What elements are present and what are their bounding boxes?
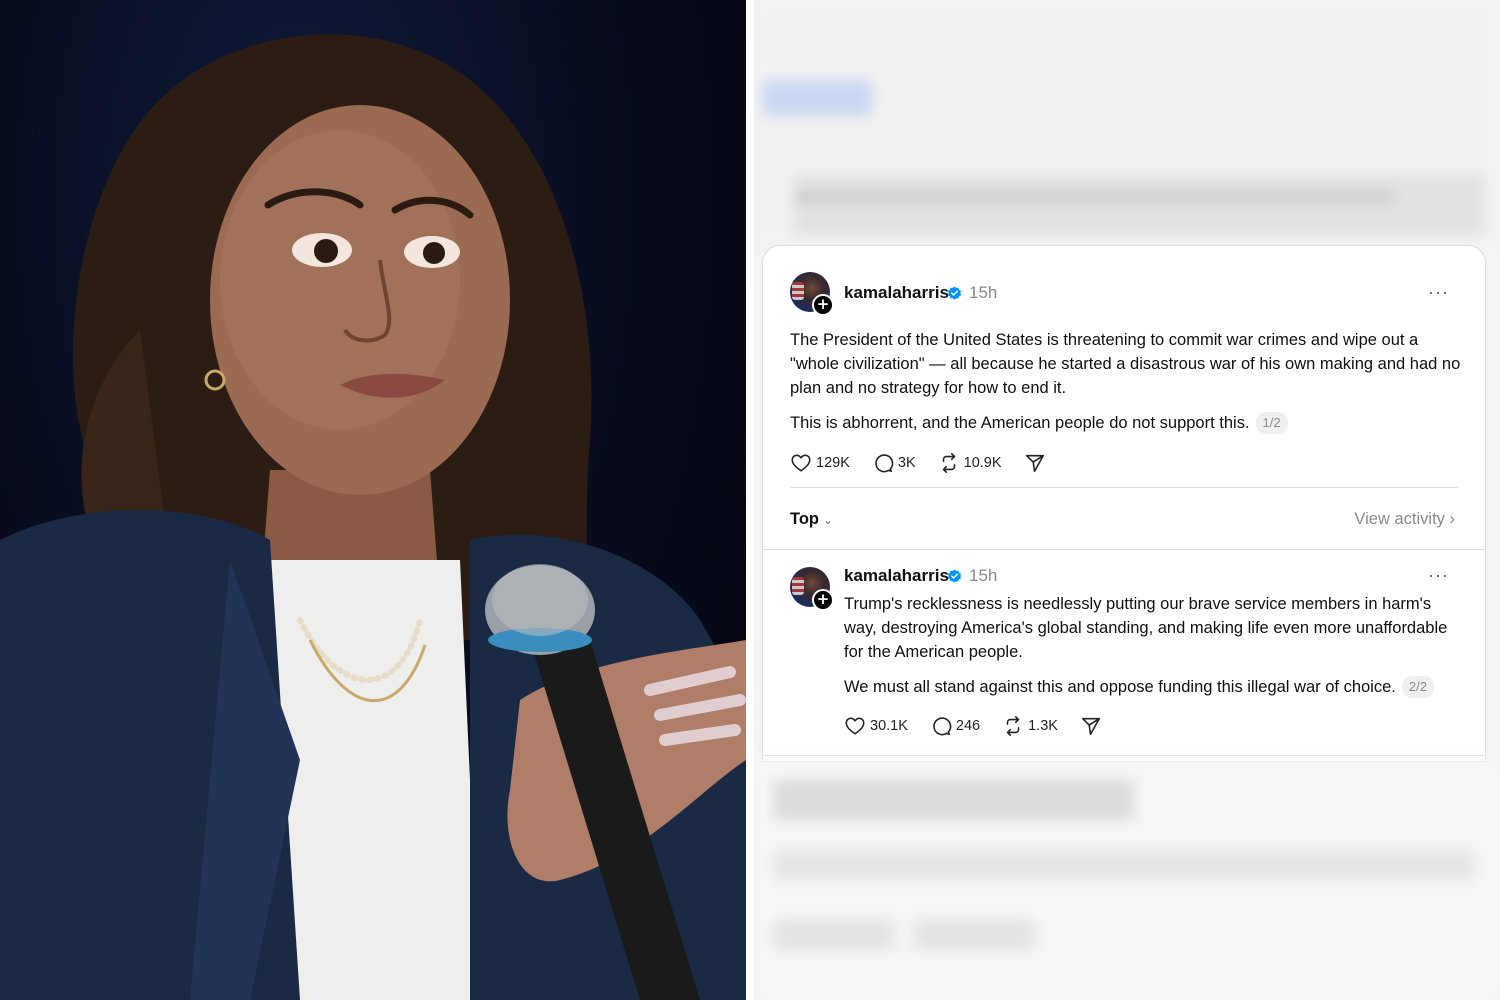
flag-icon xyxy=(792,577,804,595)
repost-count: 1.3K xyxy=(1028,718,1058,734)
more-options-icon[interactable]: ··· xyxy=(1428,565,1449,586)
post-time: 15h xyxy=(969,566,998,585)
thread-page-indicator: 2/2 xyxy=(1401,676,1434,698)
share-button[interactable] xyxy=(1080,715,1106,737)
follow-plus-icon[interactable]: + xyxy=(812,589,834,611)
post-paragraph-2: We must all stand against this and oppos… xyxy=(844,675,1464,699)
blurred-header-area xyxy=(754,0,1500,245)
comment-icon xyxy=(933,717,952,736)
heart-icon xyxy=(845,717,865,735)
view-activity-link[interactable]: View activity › xyxy=(1354,510,1455,529)
more-options-icon[interactable]: ··· xyxy=(1428,282,1449,303)
like-count: 30.1K xyxy=(870,718,908,734)
chevron-down-icon: ⌄ xyxy=(823,513,834,527)
reply-button[interactable]: 3K xyxy=(872,452,916,474)
avatar[interactable]: + xyxy=(790,272,834,316)
divider-line xyxy=(763,549,1485,550)
speaker-photo xyxy=(0,0,746,1000)
username[interactable]: kamalaharris xyxy=(844,566,949,586)
heart-icon xyxy=(791,454,811,472)
repost-button[interactable]: 1.3K xyxy=(1002,715,1058,737)
like-button[interactable]: 129K xyxy=(790,452,850,474)
blurred-footer-area xyxy=(754,760,1500,1000)
reply-count: 3K xyxy=(897,455,916,471)
post-paragraph-2-text: This is abhorrent, and the American peop… xyxy=(790,414,1250,432)
view-activity-label: View activity xyxy=(1354,510,1445,528)
divider-line xyxy=(790,487,1459,488)
post-paragraph-1: Trump's recklessness is needlessly putti… xyxy=(844,595,1448,661)
follow-plus-icon[interactable]: + xyxy=(812,294,834,316)
verified-badge-icon xyxy=(947,569,962,583)
username[interactable]: kamalaharris xyxy=(844,283,949,303)
reply-button[interactable]: 246 xyxy=(930,715,980,737)
repost-icon xyxy=(1006,716,1020,736)
post-actions: 129K 3K 10.9K xyxy=(790,452,1072,474)
like-count: 129K xyxy=(816,455,850,471)
thread-page-indicator: 1/2 xyxy=(1255,412,1288,434)
sort-label: Top xyxy=(790,510,820,528)
post-time: 15h xyxy=(969,283,998,302)
like-button[interactable]: 30.1K xyxy=(844,715,908,737)
verified-badge-icon xyxy=(947,286,962,300)
chevron-right-icon: › xyxy=(1449,510,1456,528)
share-icon xyxy=(1025,454,1044,473)
speaker-illustration xyxy=(0,34,746,1000)
flag-icon xyxy=(792,282,804,300)
repost-count: 10.9K xyxy=(963,455,1002,471)
post-actions: 30.1K 246 1.3K xyxy=(844,715,1128,737)
comment-icon xyxy=(875,454,894,473)
sort-dropdown[interactable]: Top ⌄ xyxy=(790,510,833,529)
post-paragraph-2: This is abhorrent, and the American peop… xyxy=(790,411,1465,435)
reply-count: 246 xyxy=(955,718,981,734)
divider-line xyxy=(763,755,1485,756)
repost-button[interactable]: 10.9K xyxy=(938,452,1002,474)
post-paragraph-1: The President of the United States is th… xyxy=(790,331,1461,397)
threads-screenshot: + kamalaharris 15h ··· The President of … xyxy=(754,0,1500,1000)
thread-card: + kamalaharris 15h ··· The President of … xyxy=(762,245,1486,762)
avatar[interactable]: + xyxy=(790,567,834,611)
share-button[interactable] xyxy=(1024,452,1050,474)
panel-divider xyxy=(746,0,754,1000)
post-paragraph-2-text: We must all stand against this and oppos… xyxy=(844,678,1396,696)
repost-icon xyxy=(942,453,955,473)
share-icon xyxy=(1081,717,1100,736)
